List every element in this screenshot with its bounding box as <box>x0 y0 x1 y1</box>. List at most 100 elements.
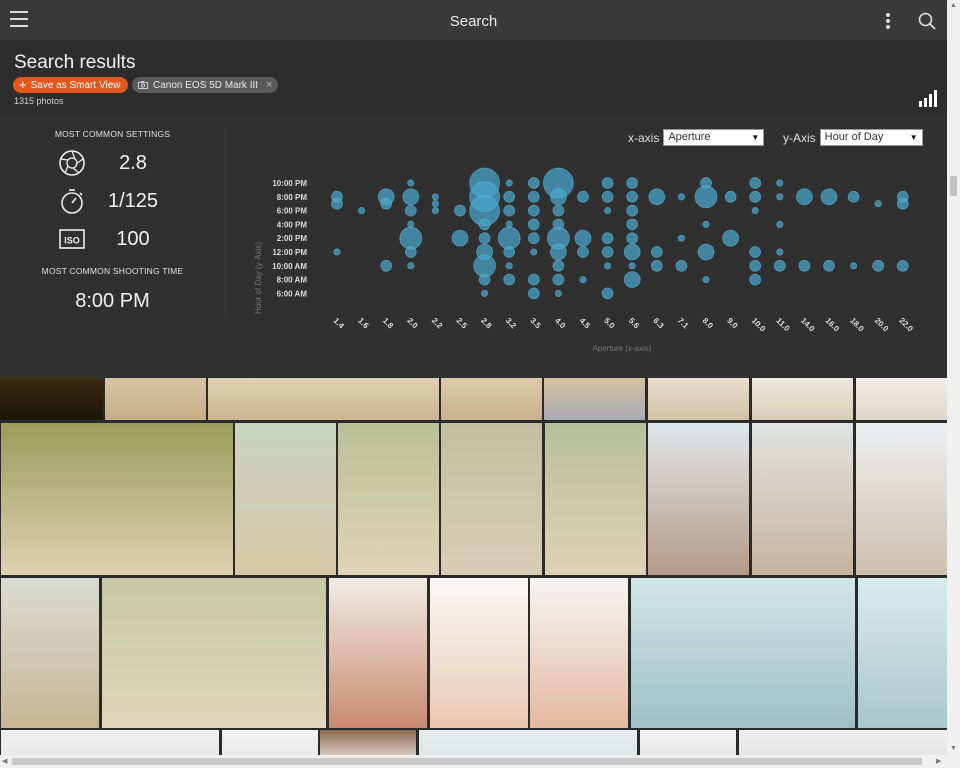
y-tick-label: 4:00 PM <box>277 220 308 229</box>
x-tick-label: 2.5 <box>455 316 470 331</box>
x-axis-dropdown[interactable]: Aperture ▼ <box>663 129 765 146</box>
photo-thumbnail[interactable] <box>430 578 528 728</box>
data-bubble <box>431 193 439 201</box>
horizontal-scroll-thumb[interactable] <box>12 758 922 765</box>
data-bubble <box>751 206 759 215</box>
scroll-down-icon[interactable]: ▼ <box>950 745 957 752</box>
x-tick-label: 8.0 <box>701 316 716 331</box>
data-bubble <box>773 259 786 272</box>
x-tick-label: 3.5 <box>528 316 543 331</box>
y-axis-selector: y-Axis Hour of Day ▼ <box>783 129 923 146</box>
y-tick-label: 6:00 AM <box>277 289 308 298</box>
data-bubble <box>380 197 393 210</box>
x-tick-label: 2.0 <box>405 316 420 331</box>
data-bubble <box>694 185 718 209</box>
photo-thumbnail[interactable] <box>856 378 947 420</box>
data-bubble <box>874 200 882 208</box>
photo-thumbnail[interactable] <box>208 378 439 420</box>
data-bubble <box>872 259 885 272</box>
photo-thumbnail[interactable] <box>0 378 103 420</box>
dropdown-arrow-icon: ▼ <box>751 133 760 142</box>
photo-thumbnail[interactable] <box>1 578 99 728</box>
photo-thumbnail[interactable] <box>752 378 853 420</box>
photo-thumbnail[interactable] <box>338 423 439 575</box>
results-title: Search results <box>14 52 136 73</box>
save-smart-view-button[interactable]: + Save as Smart View <box>13 77 129 93</box>
data-bubble <box>552 204 565 217</box>
photo-thumbnail[interactable] <box>544 378 645 420</box>
horizontal-scrollbar[interactable]: ◀ ▶ <box>0 755 947 768</box>
shooting-time-value: 8:00 PM <box>75 290 150 312</box>
y-axis-dropdown[interactable]: Hour of Day ▼ <box>819 129 923 146</box>
data-bubble <box>574 229 592 247</box>
x-tick-label: 4.5 <box>578 316 593 331</box>
dropdown-arrow-icon: ▼ <box>909 133 918 142</box>
data-bubble <box>399 226 423 250</box>
data-bubble <box>380 259 393 272</box>
x-tick-label: 2.8 <box>479 316 494 331</box>
more-options-icon[interactable] <box>884 13 892 29</box>
data-bubble <box>478 273 491 286</box>
x-tick-label: 11.0 <box>774 316 791 333</box>
photo-thumbnail[interactable] <box>752 423 853 575</box>
data-bubble <box>675 259 688 272</box>
photo-thumbnail[interactable] <box>102 578 326 728</box>
aperture-setting: 2.8 <box>58 149 198 177</box>
photo-thumbnail[interactable] <box>441 378 542 420</box>
photo-thumbnail[interactable] <box>105 378 206 420</box>
y-tick-label: 2:00 PM <box>277 234 308 243</box>
vertical-scroll-thumb[interactable] <box>950 176 957 196</box>
scroll-up-icon[interactable]: ▲ <box>950 2 957 9</box>
data-bubble <box>650 259 663 272</box>
x-tick-label: 9.0 <box>725 316 740 331</box>
data-bubble <box>601 190 614 203</box>
data-bubble <box>404 246 417 258</box>
photo-thumbnail[interactable] <box>856 423 947 575</box>
y-tick-label: 8:00 AM <box>277 276 308 285</box>
scroll-right-icon[interactable]: ▶ <box>936 757 941 765</box>
x-tick-label: 16.0 <box>824 316 842 334</box>
x-axis-value: Aperture <box>668 131 711 143</box>
photo-thumbnail[interactable] <box>545 423 646 575</box>
search-icon[interactable] <box>918 12 936 30</box>
data-bubble <box>431 206 439 215</box>
photo-thumbnail[interactable] <box>648 423 749 575</box>
y-axis-title: Hour of Day (y-Axis) <box>254 242 263 314</box>
remove-filter-icon[interactable]: × <box>266 79 272 91</box>
camera-filter-chip[interactable]: Canon EOS 5D Mark III × <box>132 77 279 93</box>
photo-thumbnail[interactable] <box>858 578 947 728</box>
stats-chart-icon[interactable] <box>919 90 937 107</box>
aperture-icon <box>59 150 85 176</box>
data-bubble <box>749 273 762 286</box>
data-bubble <box>847 190 860 203</box>
scroll-left-icon[interactable]: ◀ <box>2 757 7 765</box>
photo-thumbnail[interactable] <box>329 578 427 728</box>
data-bubble <box>503 204 516 217</box>
data-bubble <box>402 188 420 206</box>
data-bubble <box>331 197 343 210</box>
y-tick-label: 12:00 PM <box>272 248 307 257</box>
y-tick-label: 10:00 PM <box>272 179 307 188</box>
common-settings-label: MOST COMMON SETTINGS <box>54 129 171 139</box>
x-tick-label: 7.1 <box>676 316 691 331</box>
data-bubble <box>601 177 614 189</box>
photo-thumbnail[interactable] <box>235 423 336 575</box>
photo-thumbnail[interactable] <box>631 578 855 728</box>
data-bubble <box>431 200 439 208</box>
x-tick-label: 5.6 <box>627 316 642 331</box>
photo-thumbnail[interactable] <box>1 423 233 575</box>
photo-thumbnail[interactable] <box>441 423 542 575</box>
aperture-value: 2.8 <box>119 152 147 174</box>
photo-thumbnail[interactable] <box>648 378 749 420</box>
vertical-scrollbar[interactable]: ▲ ▼ <box>947 0 960 768</box>
data-bubble <box>749 177 762 189</box>
x-tick-label: 22.0 <box>897 316 915 334</box>
photo-thumbnail[interactable] <box>530 578 628 728</box>
data-bubble <box>527 204 540 217</box>
data-bubble <box>505 179 513 187</box>
x-tick-label: 1.8 <box>381 316 396 331</box>
data-bubble <box>749 190 762 203</box>
data-bubble <box>601 246 614 258</box>
photo-count: 1315 photos <box>14 96 64 106</box>
data-bubble <box>626 177 639 189</box>
